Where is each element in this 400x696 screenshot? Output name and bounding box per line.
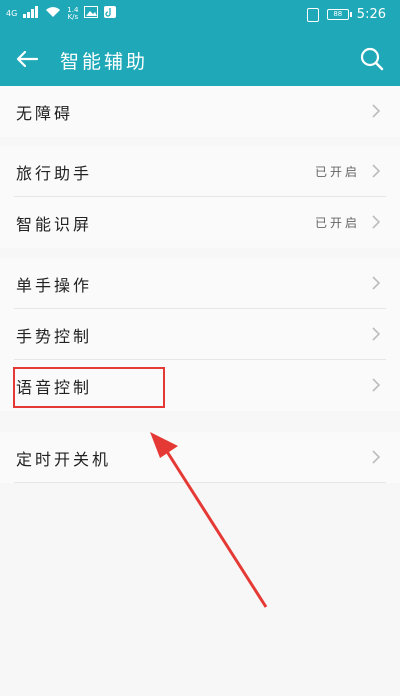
settings-item-label: 智能识屏 xyxy=(16,215,93,234)
settings-group-assistants: 旅行助手 已开启 智能识屏 已开启 xyxy=(0,146,400,248)
tiktok-icon xyxy=(104,6,117,21)
settings-item-scheduled-power[interactable]: 定时开关机 xyxy=(0,432,400,483)
vibrate-icon xyxy=(306,7,319,22)
status-left: 4G 1.4 K/s xyxy=(6,6,117,21)
settings-item-label: 手势控制 xyxy=(16,327,93,346)
divider xyxy=(14,482,386,483)
settings-item-accessibility[interactable]: 无障碍 xyxy=(0,86,400,137)
chevron-right-icon xyxy=(372,104,381,118)
settings-item-gesture-control[interactable]: 手势控制 xyxy=(0,309,400,360)
search-icon[interactable] xyxy=(358,45,386,73)
wifi-icon xyxy=(45,6,61,21)
highlight-box xyxy=(13,367,165,408)
settings-item-one-hand-mode[interactable]: 单手操作 xyxy=(0,258,400,309)
speed-unit: K/s xyxy=(67,12,79,21)
network-type: 4G xyxy=(6,8,18,18)
clock: 5:26 xyxy=(356,7,386,22)
chevron-right-icon xyxy=(372,450,381,464)
chevron-right-icon xyxy=(372,276,381,290)
chevron-right-icon xyxy=(372,215,381,229)
settings-item-label: 旅行助手 xyxy=(16,164,93,183)
gallery-icon xyxy=(84,6,99,21)
settings-item-status: 已开启 xyxy=(314,165,360,179)
settings-item-label: 单手操作 xyxy=(16,276,93,295)
chevron-right-icon xyxy=(372,378,381,392)
settings-item-label: 无障碍 xyxy=(16,104,74,123)
settings-item-smart-screen[interactable]: 智能识屏 已开启 xyxy=(0,197,400,248)
signal-icon xyxy=(23,6,39,21)
back-arrow-icon[interactable] xyxy=(12,44,42,74)
chevron-right-icon xyxy=(372,327,381,341)
settings-item-label: 定时开关机 xyxy=(16,450,112,469)
app-bar: 智能辅助 xyxy=(0,34,400,86)
status-bar: 4G 1.4 K/s 88 5:26 xyxy=(0,0,400,34)
battery-icon: 88 xyxy=(326,9,352,20)
settings-item-travel-assistant[interactable]: 旅行助手 已开启 xyxy=(0,146,400,197)
network-speed: 1.4 K/s xyxy=(67,6,79,21)
page-title: 智能辅助 xyxy=(60,51,149,73)
settings-group-schedule: 定时开关机 xyxy=(0,432,400,483)
status-right: 88 5:26 xyxy=(306,7,386,22)
settings-group-accessibility: 无障碍 xyxy=(0,86,400,137)
settings-item-status: 已开启 xyxy=(314,216,360,230)
chevron-right-icon xyxy=(372,164,381,178)
